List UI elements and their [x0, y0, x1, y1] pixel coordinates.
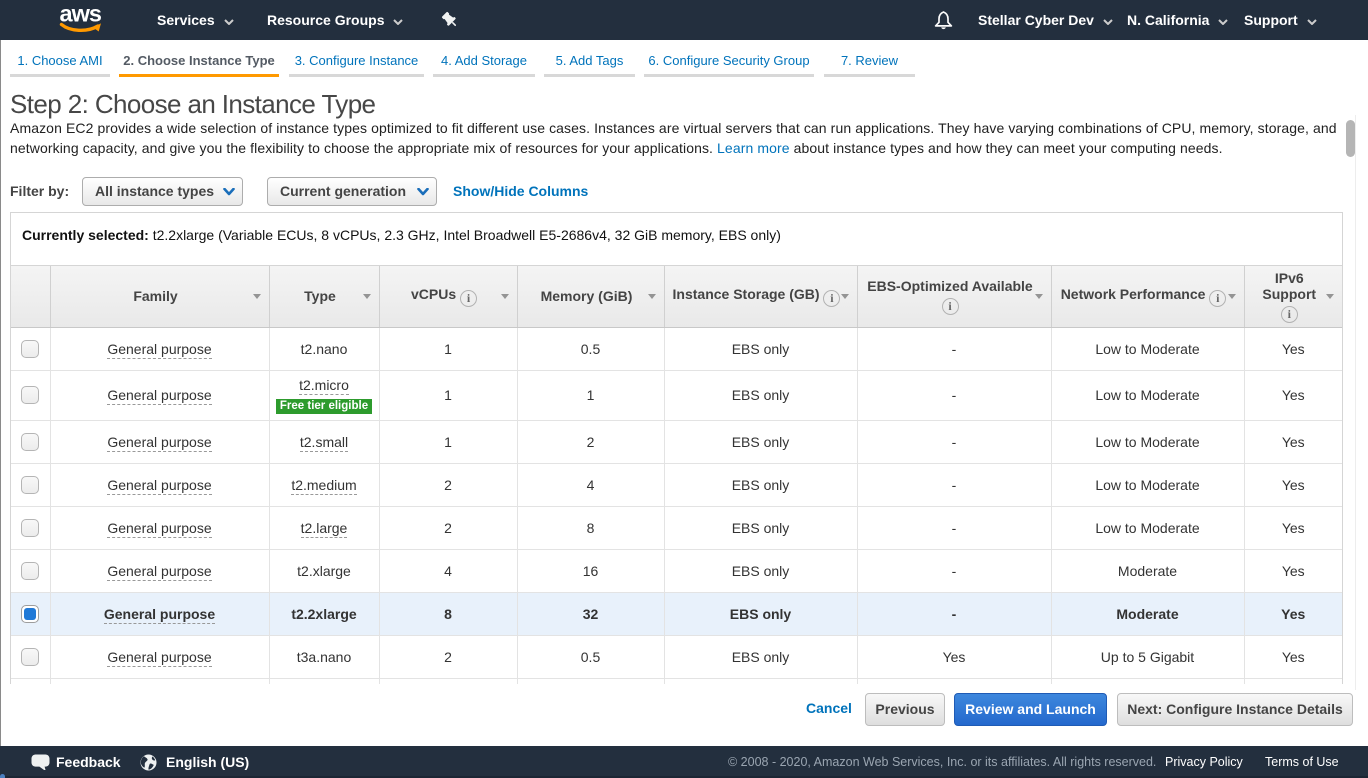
svg-text:aws: aws — [60, 2, 102, 27]
